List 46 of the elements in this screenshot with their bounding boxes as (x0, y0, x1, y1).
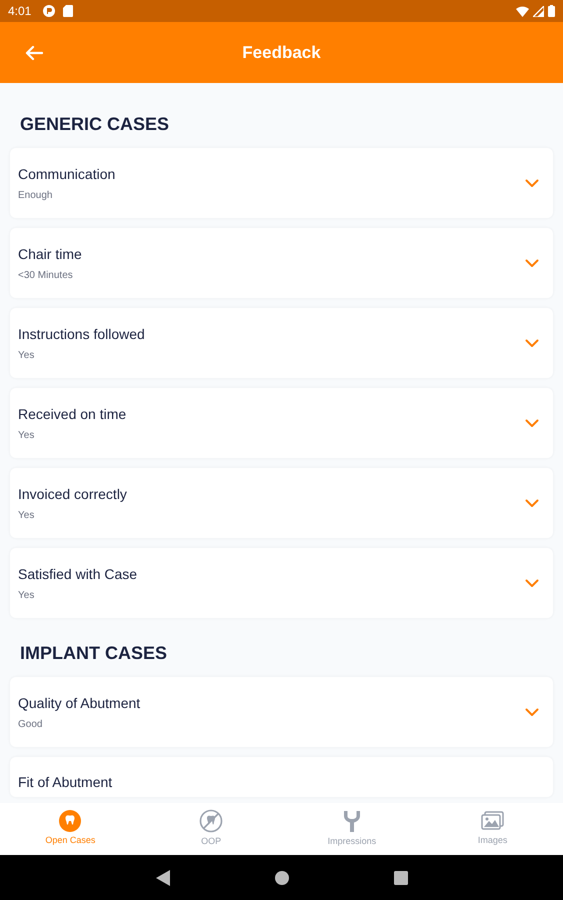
chevron-down-icon (525, 418, 539, 428)
dropdown-value: Yes (18, 508, 36, 522)
tooth-slash-icon (199, 809, 224, 834)
battery-icon (548, 5, 555, 17)
chevron-down-icon (525, 708, 539, 716)
chevron-down-icon (525, 578, 539, 588)
dropdown-label: Instructions followed (18, 324, 146, 344)
back-arrow-icon (25, 44, 43, 60)
wifi-icon (516, 6, 529, 16)
dropdown-value: Good (18, 718, 44, 732)
section-heading: GENERIC CASES (19, 113, 170, 136)
feedback-dropdown[interactable]: Received on time Yes (10, 388, 553, 458)
feedback-dropdown[interactable]: Chair time <30 Minutes (10, 228, 553, 298)
tooth-icon (59, 810, 82, 832)
recents-icon[interactable] (394, 870, 408, 884)
dropdown-value: Yes (18, 588, 36, 602)
notification-icon (43, 5, 56, 17)
dropdown-value: Yes (18, 428, 36, 442)
section-heading: IMPLANT CASES (19, 642, 168, 665)
signal-icon (533, 6, 544, 16)
dropdown-label: Invoiced correctly (18, 484, 128, 504)
dropdown-label: Communication (18, 164, 116, 184)
feedback-dropdown[interactable]: Invoiced correctly Yes (10, 468, 553, 538)
feedback-dropdown[interactable]: Fit of Abutment (10, 757, 553, 797)
status-time: 4:01 (8, 3, 32, 20)
back-icon[interactable] (156, 870, 170, 886)
home-icon[interactable] (274, 870, 288, 884)
dropdown-label: Satisfied with Case (18, 564, 138, 584)
dropdown-label: Fit of Abutment (18, 773, 114, 792)
dropdown-value: <30 Minutes (18, 268, 74, 282)
feedback-dropdown[interactable]: Communication Enough (10, 148, 553, 218)
feedback-dropdown[interactable]: Instructions followed Yes (10, 308, 553, 378)
chevron-down-icon (525, 258, 539, 268)
feedback-dropdown[interactable]: Satisfied with Case Yes (10, 548, 553, 618)
images-icon (480, 810, 505, 832)
feedback-dropdown[interactable]: Quality of Abutment Good (10, 677, 553, 747)
dropdown-label: Quality of Abutment (18, 694, 142, 713)
dropdown-label: Chair time (18, 244, 83, 264)
sd-card-icon (63, 5, 74, 17)
chevron-down-icon (525, 498, 539, 508)
dropdown-value: Yes (18, 348, 36, 362)
dropdown-label: Received on time (18, 404, 128, 424)
dropdown-value: Enough (18, 188, 54, 202)
chevron-down-icon (525, 338, 539, 348)
screen-title: Feedback (242, 42, 321, 64)
chevron-down-icon (525, 178, 539, 188)
